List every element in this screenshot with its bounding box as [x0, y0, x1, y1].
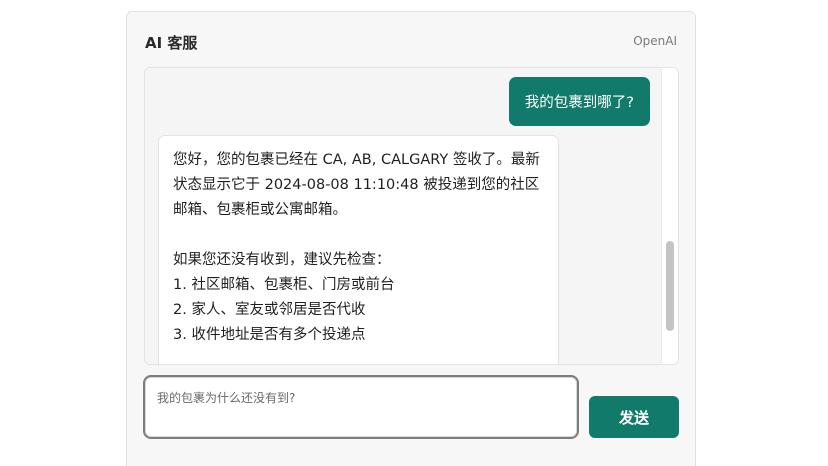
message-input[interactable]: [143, 375, 579, 439]
message-list[interactable]: 我的包裹到哪了? 您好，您的包裹已经在 CA, AB, CALGARY 签收了。…: [144, 67, 679, 365]
chat-panel: AI 客服 OpenAI 我的包裹到哪了? 您好，您的包裹已经在 CA, AB,…: [126, 11, 696, 466]
send-button[interactable]: 发送: [589, 396, 679, 438]
panel-title: AI 客服: [145, 34, 198, 52]
brand-label: OpenAI: [633, 34, 677, 48]
scrollbar-thumb[interactable]: [666, 241, 674, 331]
scrollbar-track[interactable]: [661, 68, 678, 364]
user-message-bubble: 我的包裹到哪了?: [508, 77, 650, 126]
assistant-message-bubble: 您好，您的包裹已经在 CA, AB, CALGARY 签收了。最新状态显示它于 …: [158, 135, 559, 364]
